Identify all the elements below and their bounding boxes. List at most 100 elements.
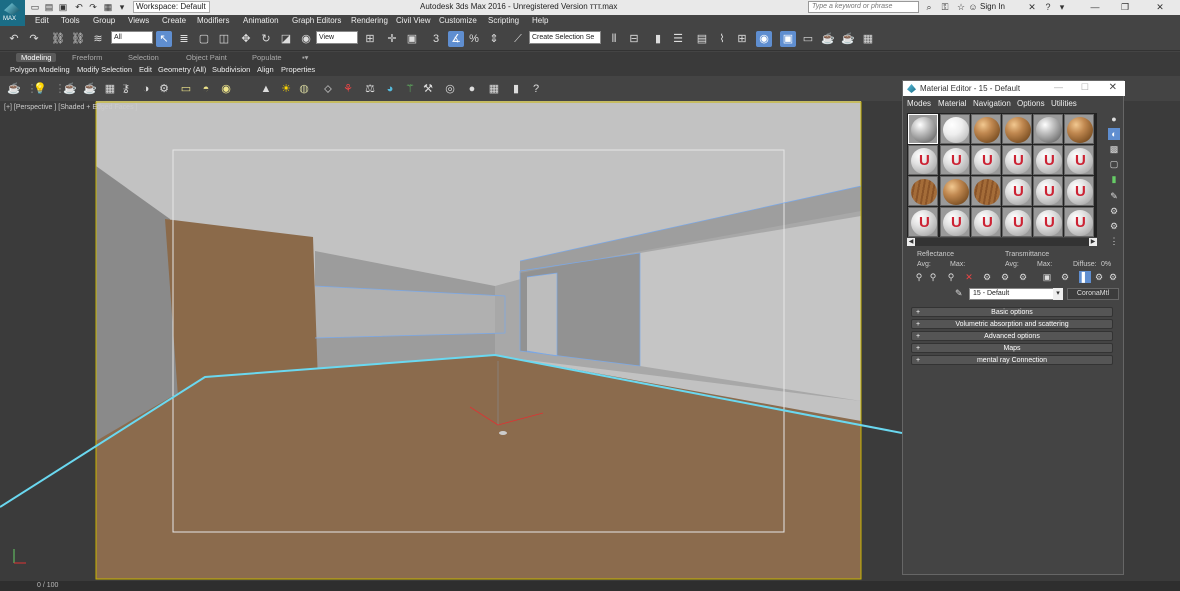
menu-utilities[interactable]: Utilities: [1051, 99, 1077, 108]
minimize-icon[interactable]: —: [1054, 82, 1063, 92]
material-id-channel-icon[interactable]: ▣: [1041, 271, 1053, 283]
panel-properties[interactable]: Properties: [281, 65, 315, 74]
menu-edit[interactable]: Edit: [35, 16, 49, 25]
perspective-viewport[interactable]: [0, 101, 902, 581]
material-type-button[interactable]: CoronaMtl: [1067, 288, 1119, 300]
menu-civil-view[interactable]: Civil View: [396, 16, 431, 25]
sample-slot[interactable]: [940, 114, 970, 144]
select-object-icon[interactable]: ↖: [156, 31, 172, 47]
get-material-icon[interactable]: ⚲: [913, 271, 925, 283]
corona-sun-icon[interactable]: ◑: [138, 81, 154, 97]
material-editor-icon[interactable]: ◉: [756, 31, 772, 47]
proxy-icon[interactable]: ⬦: [320, 81, 336, 97]
rectangular-selection-icon[interactable]: ▢: [196, 31, 212, 47]
menu-modes[interactable]: Modes: [907, 99, 931, 108]
percent-snap-icon[interactable]: %: [466, 31, 482, 47]
render-in-cloud-icon[interactable]: ▦: [860, 31, 876, 47]
rotate-icon[interactable]: ↻: [258, 31, 274, 47]
sample-slot[interactable]: [1064, 114, 1094, 144]
menu-navigation[interactable]: Navigation: [973, 99, 1011, 108]
make-preview-icon[interactable]: ✎: [1108, 190, 1120, 202]
globe-icon[interactable]: ◕: [382, 81, 398, 97]
panel-polygon-modeling[interactable]: Polygon Modeling: [10, 65, 70, 74]
keyboard-shortcut-icon[interactable]: ▣: [404, 31, 420, 47]
material-name-dropdown-icon[interactable]: ▾: [1053, 288, 1063, 300]
material-name-field[interactable]: 15 - Default: [969, 288, 1061, 300]
decal-icon[interactable]: ⚖: [362, 81, 378, 97]
workspace-dropdown[interactable]: Workspace: Default: [133, 1, 210, 13]
timeline-frame-counter[interactable]: 0 / 100: [37, 582, 58, 589]
sample-slot[interactable]: U: [1064, 207, 1094, 237]
named-selection-set-dropdown[interactable]: Create Selection Se: [529, 31, 601, 44]
toggle-ribbon-icon[interactable]: ☰: [670, 31, 686, 47]
panel-align[interactable]: Align: [257, 65, 274, 74]
select-by-material-icon[interactable]: ⚙: [1108, 220, 1120, 232]
menu-views[interactable]: Views: [128, 16, 149, 25]
communication-icon[interactable]: ☆: [956, 2, 966, 12]
sample-slot[interactable]: [1033, 114, 1063, 144]
help-icon[interactable]: ?: [1043, 2, 1053, 12]
angle-snap-icon[interactable]: ∡: [448, 31, 464, 47]
tab-object-paint[interactable]: Object Paint: [186, 53, 227, 62]
sample-slot[interactable]: U: [1064, 176, 1094, 206]
corona-light-icon[interactable]: ⚷: [118, 81, 134, 97]
put-to-library-icon[interactable]: ⚙: [1017, 271, 1029, 283]
new-file-icon[interactable]: ▭: [30, 2, 40, 12]
reset-map-icon[interactable]: ✕: [963, 271, 975, 283]
viewport-label[interactable]: [+] [Perspective ] [Shaded + Edged Faces…: [4, 104, 137, 111]
menu-group[interactable]: Group: [93, 16, 115, 25]
placement-icon[interactable]: ◉: [298, 31, 314, 47]
show-end-result-icon[interactable]: ▌: [1079, 271, 1091, 283]
help-dropdown-icon[interactable]: ▾: [1057, 2, 1067, 12]
window-crossing-icon[interactable]: ◫: [216, 31, 232, 47]
menu-tools[interactable]: Tools: [61, 16, 80, 25]
move-icon[interactable]: ✥: [238, 31, 254, 47]
layer-explorer-icon[interactable]: ▮: [650, 31, 666, 47]
menu-scripting[interactable]: Scripting: [488, 16, 519, 25]
minimize-button[interactable]: —: [1080, 0, 1110, 15]
align-icon[interactable]: ⊟: [626, 31, 642, 47]
save-file-icon[interactable]: ▣: [58, 2, 68, 12]
sample-slot[interactable]: U: [908, 145, 938, 175]
material-map-navigator-icon[interactable]: ⋮: [1108, 235, 1120, 247]
tab-modeling[interactable]: Modeling: [16, 53, 57, 62]
sample-slot[interactable]: U: [1064, 145, 1094, 175]
panel-modify-selection[interactable]: Modify Selection: [77, 65, 132, 74]
sign-in-button[interactable]: Sign In: [980, 2, 1005, 11]
spinner-snap-icon[interactable]: ⇕: [486, 31, 502, 47]
scroll-left-icon[interactable]: ◀: [907, 238, 915, 246]
reference-coordinate-dropdown[interactable]: View: [316, 31, 358, 44]
open-file-icon[interactable]: ▤: [44, 2, 54, 12]
corona-camera-icon[interactable]: ⚙: [156, 81, 172, 97]
help-icon[interactable]: ?: [528, 81, 544, 97]
sample-slot[interactable]: U: [971, 145, 1001, 175]
slot-scrollbar[interactable]: ◀ ▶: [907, 238, 1097, 246]
eyedropper-icon[interactable]: ✎: [955, 288, 963, 299]
copy-settings-icon[interactable]: ▮: [508, 81, 524, 97]
material-sphere-icon[interactable]: ◎: [442, 81, 458, 97]
mirror-icon[interactable]: ⫴: [606, 31, 622, 47]
menu-customize[interactable]: Customize: [439, 16, 477, 25]
select-by-name-icon[interactable]: ≣: [176, 31, 192, 47]
uv-tiling-icon[interactable]: ▢: [1108, 158, 1120, 170]
sample-slot[interactable]: U: [1002, 176, 1032, 206]
user-icon[interactable]: ☺: [968, 2, 978, 12]
rollout-basic-options[interactable]: + Basic options: [911, 307, 1113, 317]
maximize-icon[interactable]: ☐: [1081, 82, 1089, 93]
binoculars-icon[interactable]: ⌕: [924, 2, 934, 12]
close-button[interactable]: ✕: [1145, 0, 1175, 15]
video-color-check-icon[interactable]: ▮: [1108, 173, 1120, 185]
rollout-advanced-options[interactable]: + Advanced options: [911, 331, 1113, 341]
scatter-icon[interactable]: ⚘: [340, 81, 356, 97]
rollout-volumetric[interactable]: + Volumetric absorption and scattering: [911, 319, 1113, 329]
exchange-icon[interactable]: ✕: [1027, 2, 1037, 12]
undo-icon[interactable]: ↶: [6, 31, 22, 47]
calculator-icon[interactable]: ▦: [486, 81, 502, 97]
make-copy-icon[interactable]: ⚙: [999, 271, 1011, 283]
put-material-icon[interactable]: ⚲: [927, 271, 939, 283]
render-iterative-icon[interactable]: ☕: [840, 31, 856, 47]
sample-slot[interactable]: U: [940, 207, 970, 237]
panel-edit[interactable]: Edit: [139, 65, 152, 74]
menu-material[interactable]: Material: [938, 99, 966, 108]
cone-light-icon[interactable]: ▲: [258, 81, 274, 97]
